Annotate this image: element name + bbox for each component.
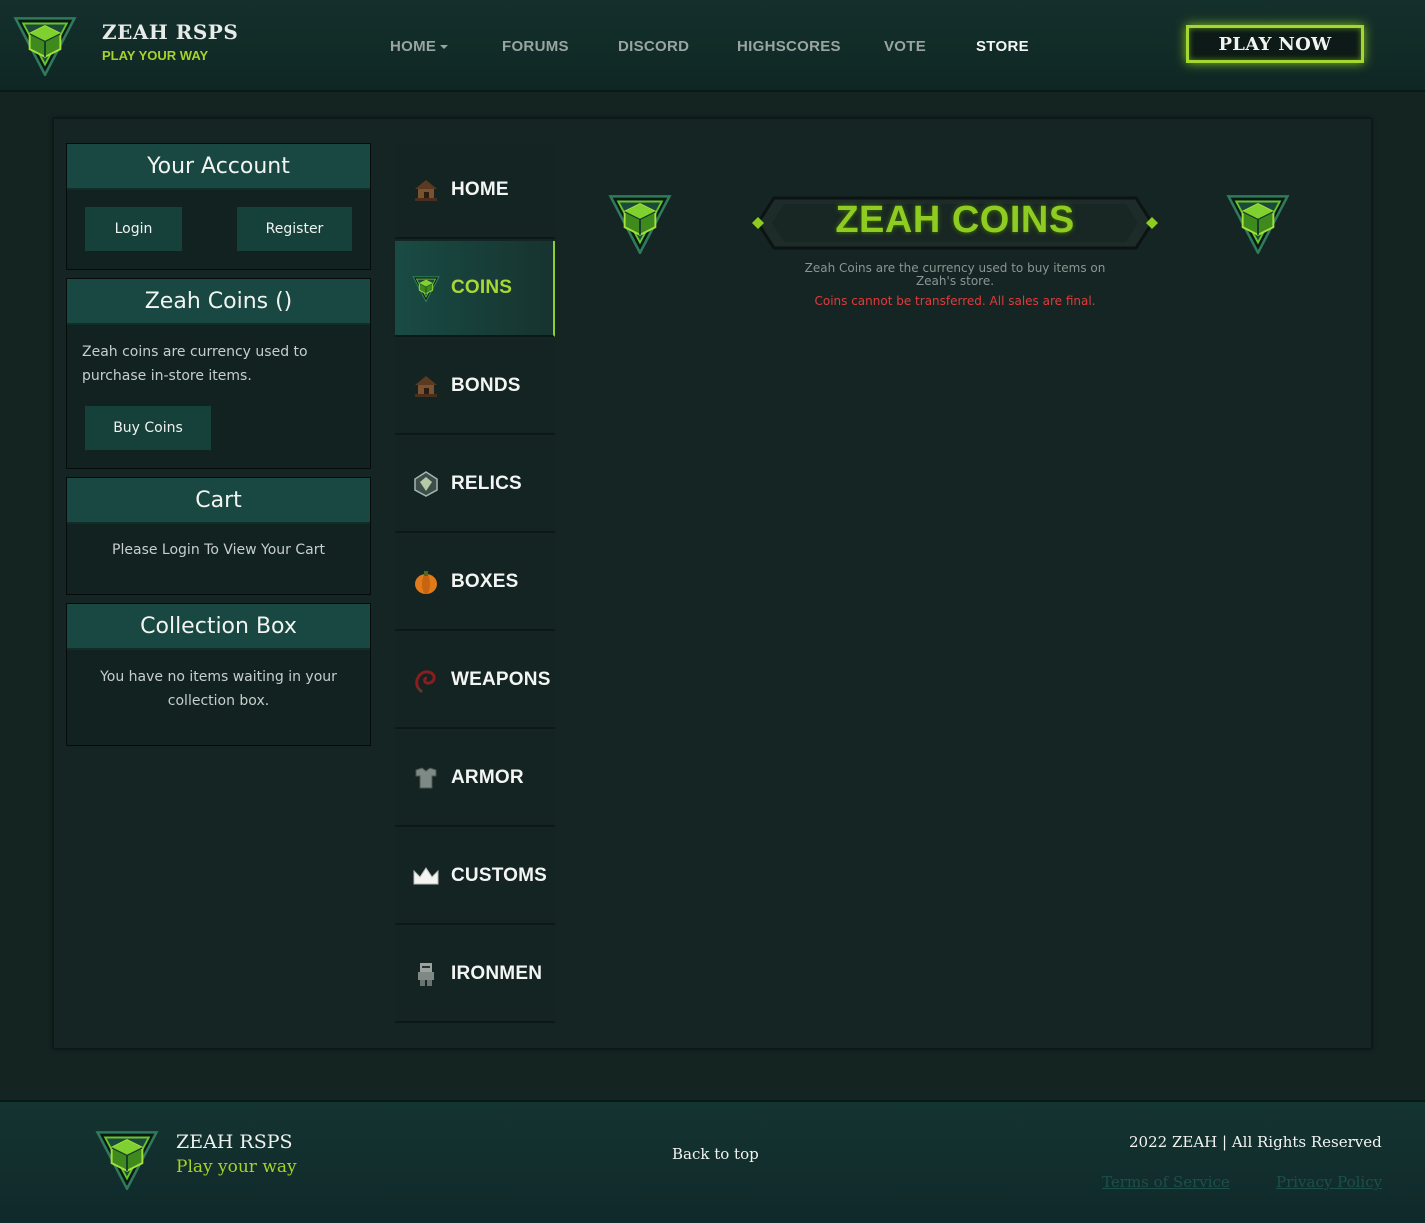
category-boxes[interactable]: BOXES <box>395 535 555 631</box>
register-button[interactable]: Register <box>237 207 352 251</box>
category-coins[interactable]: COINS <box>395 241 555 337</box>
coins-description: Zeah Coins are the currency used to buy … <box>804 261 1106 288</box>
category-ironmen[interactable]: IRONMEN <box>395 927 555 1023</box>
crown-icon <box>413 867 439 885</box>
cart-widget-title: Cart <box>67 478 370 524</box>
buy-coins-button[interactable]: Buy Coins <box>85 406 211 450</box>
nav-vote[interactable]: VOTE <box>884 38 926 55</box>
back-to-top-link[interactable]: Back to top <box>672 1145 759 1163</box>
nav-home[interactable]: HOME <box>390 38 449 55</box>
category-coins-label: COINS <box>451 277 513 298</box>
nav-highscores[interactable]: HIGHSCORES <box>737 38 841 55</box>
category-home-label: HOME <box>451 179 509 200</box>
category-bonds-label: BONDS <box>451 375 521 396</box>
house-icon <box>415 180 437 201</box>
nav-discord[interactable]: DISCORD <box>618 38 689 55</box>
coins-widget-title: Zeah Coins () <box>67 279 370 325</box>
top-navbar: ZEAH RSPS PLAY YOUR WAY HOME FORUMS DISC… <box>0 0 1425 92</box>
pumpkin-box-icon <box>415 571 437 594</box>
nav-home-label: HOME <box>390 38 437 55</box>
collection-widget: Collection Box You have no items waiting… <box>66 603 371 746</box>
ironman-icon <box>418 963 434 986</box>
category-armor[interactable]: ARMOR <box>395 731 555 827</box>
category-armor-label: ARMOR <box>451 767 524 788</box>
cart-widget: Cart Please Login To View Your Cart <box>66 477 371 595</box>
house-icon <box>415 376 437 397</box>
category-home[interactable]: HOME <box>395 143 555 239</box>
category-relics-label: RELICS <box>451 473 522 494</box>
category-weapons[interactable]: WEAPONS <box>395 633 555 729</box>
collection-widget-text: You have no items waiting in your collec… <box>100 669 337 709</box>
category-weapons-label: WEAPONS <box>451 669 551 690</box>
zeah-emblem-right-icon <box>1226 190 1290 254</box>
terms-of-service-link[interactable]: Terms of Service <box>1102 1173 1230 1191</box>
category-ironmen-label: IRONMEN <box>451 963 543 984</box>
page-title: ZEAH COINS <box>835 199 1075 241</box>
zeah-emblem-left-icon <box>608 190 672 254</box>
whip-icon <box>415 670 436 694</box>
nav-forums[interactable]: FORUMS <box>502 38 569 55</box>
account-widget-title: Your Account <box>67 144 370 190</box>
footer-logo-icon[interactable] <box>95 1126 159 1190</box>
account-widget: Your Account Login Register <box>66 143 371 270</box>
relic-icon <box>414 471 438 497</box>
chevron-down-icon <box>440 45 449 50</box>
sales-warning: Coins cannot be transferred. All sales a… <box>814 294 1096 308</box>
footer-brand-title: ZEAH RSPS <box>176 1131 293 1153</box>
coins-widget: Zeah Coins () Zeah coins are currency us… <box>66 278 371 469</box>
category-boxes-label: BOXES <box>451 571 519 592</box>
cart-widget-text: Please Login To View Your Cart <box>112 542 325 558</box>
category-relics[interactable]: RELICS <box>395 437 555 533</box>
nav-store[interactable]: STORE <box>976 38 1029 55</box>
copyright-text: 2022 ZEAH | All Rights Reserved <box>1129 1133 1382 1151</box>
category-customs-label: CUSTOMS <box>451 865 548 886</box>
login-button[interactable]: Login <box>85 207 182 251</box>
category-bonds[interactable]: BONDS <box>395 339 555 435</box>
category-customs[interactable]: CUSTOMS <box>395 829 555 925</box>
collection-widget-title: Collection Box <box>67 604 370 650</box>
privacy-policy-link[interactable]: Privacy Policy <box>1276 1173 1382 1191</box>
play-now-button[interactable]: PLAY NOW <box>1186 25 1364 63</box>
zeah-emblem-icon <box>412 274 440 302</box>
platebody-icon <box>415 767 437 789</box>
coins-widget-text: Zeah coins are currency used to purchase… <box>82 344 308 384</box>
footer-brand-tagline: Play your way <box>176 1157 297 1177</box>
